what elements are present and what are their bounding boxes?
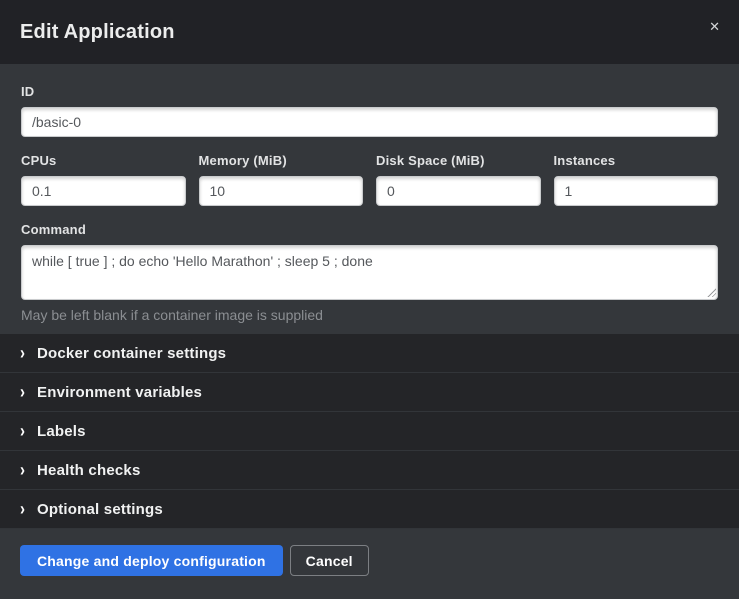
section-label: Health checks [37,462,140,479]
instances-input[interactable] [554,176,719,206]
modal-title: Edit Application [20,21,175,44]
memory-field-group: Memory (MiB) [199,153,364,206]
edit-application-modal: Edit Application ✕ ID CPUs Memory (MiB) … [0,0,739,599]
disk-field-group: Disk Space (MiB) [376,153,541,206]
section-docker-container-settings[interactable]: › Docker container settings [0,334,739,373]
section-environment-variables[interactable]: › Environment variables [0,373,739,412]
modal-body: ID CPUs Memory (MiB) Disk Space (MiB) In… [0,64,739,334]
cpus-label: CPUs [21,153,186,168]
section-label: Labels [37,423,86,440]
chevron-right-icon: › [20,461,25,480]
command-textarea[interactable]: while [ true ] ; do echo 'Hello Marathon… [21,245,718,300]
id-label: ID [21,84,718,99]
id-input[interactable] [21,107,718,137]
chevron-right-icon: › [20,344,25,363]
disk-input[interactable] [376,176,541,206]
change-and-deploy-button[interactable]: Change and deploy configuration [20,545,283,576]
command-field-group: Command while [ true ] ; do echo 'Hello … [21,222,718,323]
close-icon[interactable]: ✕ [705,16,724,37]
cpus-input[interactable] [21,176,186,206]
id-field-group: ID [21,84,718,137]
cpus-field-group: CPUs [21,153,186,206]
section-label: Environment variables [37,384,202,401]
chevron-right-icon: › [20,500,25,519]
accordion: › Docker container settings › Environmen… [0,334,739,529]
command-label: Command [21,222,718,237]
chevron-right-icon: › [20,383,25,402]
chevron-right-icon: › [20,422,25,441]
modal-header: Edit Application ✕ [0,0,739,64]
cancel-button[interactable]: Cancel [290,545,369,576]
command-textarea-wrap: while [ true ] ; do echo 'Hello Marathon… [21,245,718,300]
resources-row: CPUs Memory (MiB) Disk Space (MiB) Insta… [21,153,718,206]
section-label: Optional settings [37,501,163,518]
section-health-checks[interactable]: › Health checks [0,451,739,490]
disk-label: Disk Space (MiB) [376,153,541,168]
section-label: Docker container settings [37,345,226,362]
instances-field-group: Instances [554,153,719,206]
command-help-text: May be left blank if a container image i… [21,307,718,323]
memory-input[interactable] [199,176,364,206]
modal-footer: Change and deploy configuration Cancel [0,529,739,599]
memory-label: Memory (MiB) [199,153,364,168]
instances-label: Instances [554,153,719,168]
section-labels[interactable]: › Labels [0,412,739,451]
section-optional-settings[interactable]: › Optional settings [0,490,739,529]
